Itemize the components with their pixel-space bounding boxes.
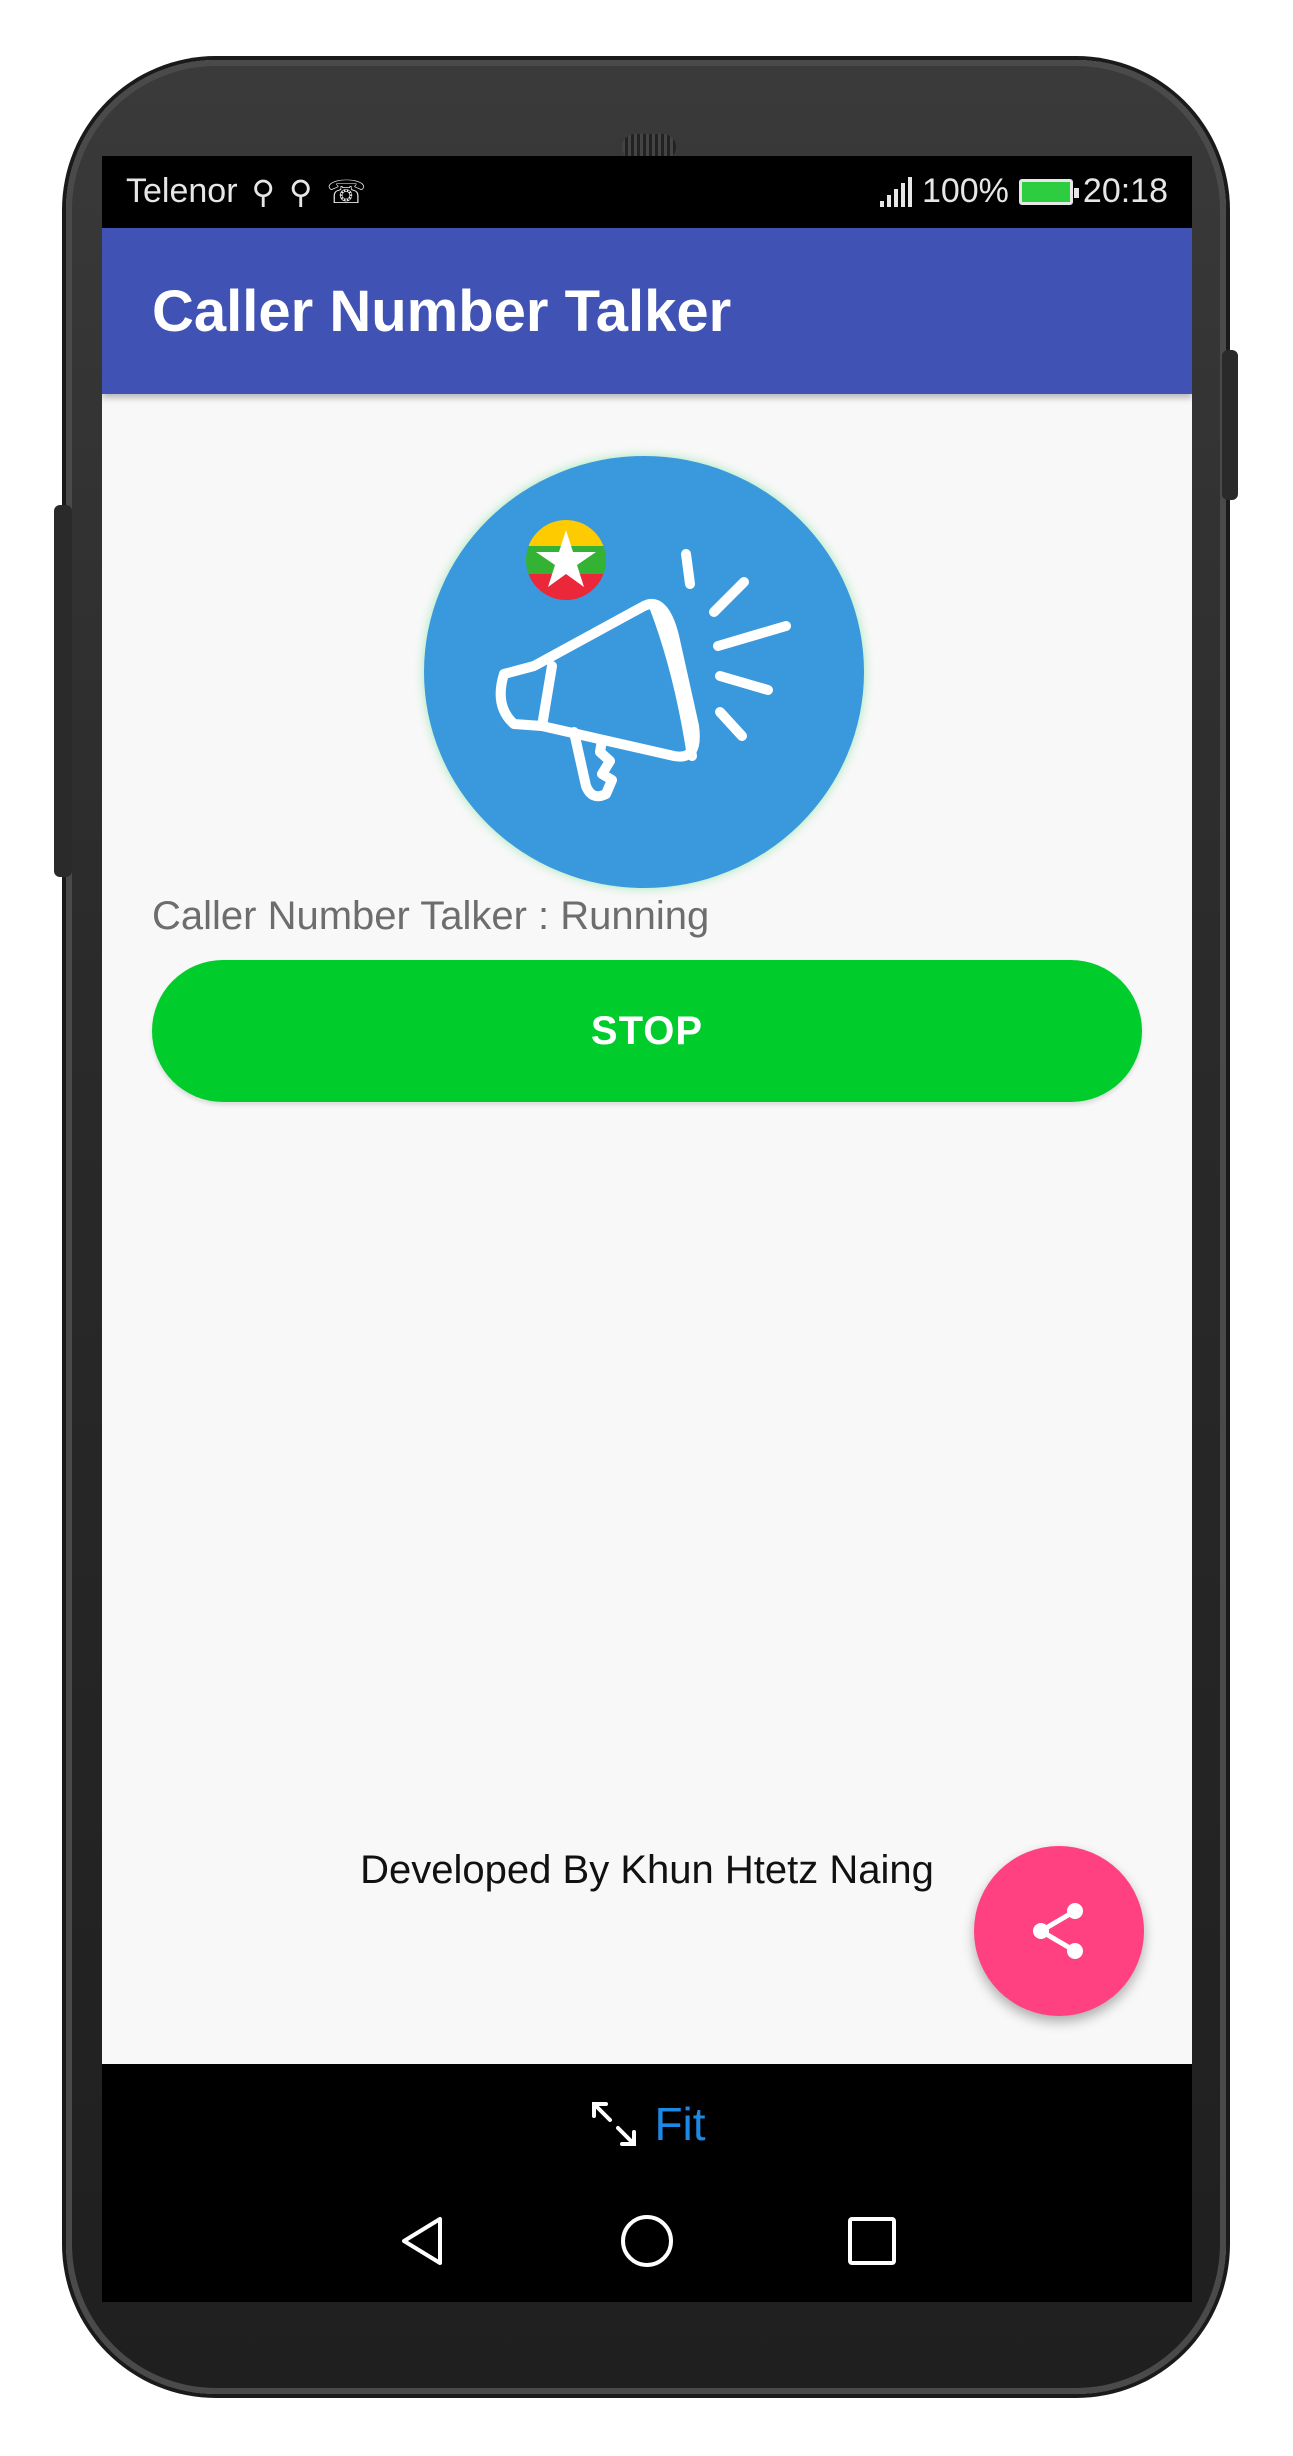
stop-button[interactable]: STOP bbox=[152, 960, 1142, 1102]
navigation-bar bbox=[102, 2181, 1192, 2301]
app-logo bbox=[424, 456, 864, 888]
fit-toggle[interactable]: Fit bbox=[102, 2064, 1192, 2184]
app-title: Caller Number Talker bbox=[152, 279, 732, 344]
battery-percent: 100% bbox=[921, 172, 1009, 210]
myanmar-flag-icon bbox=[526, 520, 606, 600]
battery-charging-icon bbox=[1018, 178, 1079, 205]
resize-icon bbox=[592, 2102, 637, 2146]
clock: 20:18 bbox=[1082, 172, 1168, 210]
volume-button bbox=[54, 505, 72, 877]
power-button bbox=[1222, 350, 1238, 500]
signal-icon bbox=[879, 176, 912, 207]
share-button[interactable] bbox=[974, 1846, 1144, 2016]
usb-icon: ⚲ bbox=[251, 173, 275, 210]
recents-icon[interactable] bbox=[842, 2211, 902, 2271]
carrier-label: Telenor bbox=[126, 172, 238, 210]
missed-call-icon: ☏ bbox=[326, 173, 367, 210]
status-bar: Telenor ⚲ ⚲ ☏ 100% 20:18 bbox=[102, 156, 1192, 228]
usb-icon: ⚲ bbox=[288, 173, 313, 210]
fit-label: Fit bbox=[654, 2098, 706, 2150]
home-icon[interactable] bbox=[617, 2211, 677, 2271]
service-status-text: Caller Number Talker : Running bbox=[152, 894, 710, 938]
back-icon[interactable] bbox=[394, 2211, 454, 2271]
app-bar: Caller Number Talker bbox=[102, 228, 1192, 394]
screen: Telenor ⚲ ⚲ ☏ 100% 20:18 Caller Number T… bbox=[102, 156, 1192, 2302]
share-icon bbox=[1033, 1903, 1083, 1959]
megaphone-icon bbox=[495, 520, 791, 802]
